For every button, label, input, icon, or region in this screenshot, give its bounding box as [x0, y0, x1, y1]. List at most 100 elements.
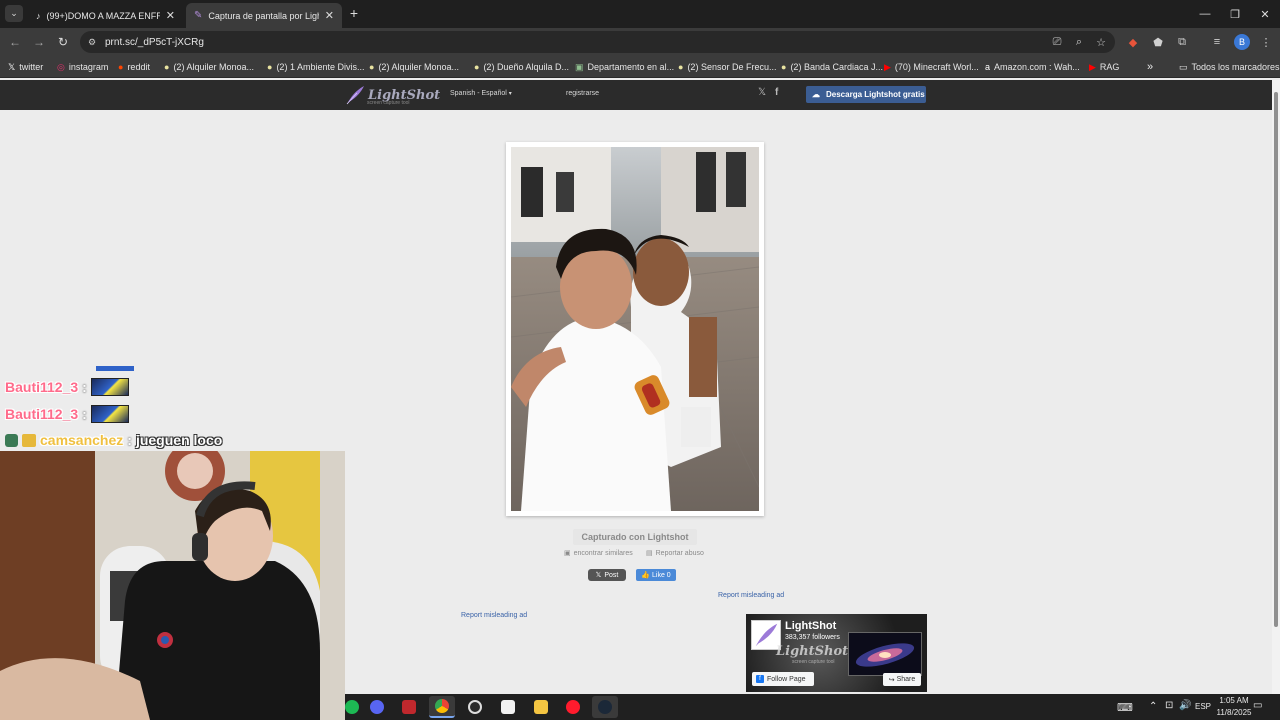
- reading-list-icon[interactable]: ≡: [1209, 34, 1225, 50]
- twitter-icon[interactable]: 𝕏: [758, 87, 766, 98]
- close-tab-icon[interactable]: ✕: [325, 9, 334, 22]
- thumbs-up-icon: 👍: [641, 572, 651, 579]
- bookmark-label: RAG: [1099, 62, 1120, 72]
- bookmark-item[interactable]: 𝕏twitter: [8, 59, 43, 75]
- galaxy-video-thumbnail[interactable]: [848, 632, 922, 676]
- forward-icon[interactable]: →: [31, 34, 47, 50]
- epic-games-icon[interactable]: [495, 696, 521, 718]
- file-explorer-icon[interactable]: [528, 696, 554, 718]
- report-misleading-ad-link[interactable]: Report misleading ad: [718, 592, 784, 599]
- bookmark-item[interactable]: ▶ RAG: [1089, 59, 1119, 75]
- new-tab-button[interactable]: +: [346, 4, 362, 22]
- notifications-icon[interactable]: ▭: [1253, 700, 1262, 711]
- marketplace-icon: ●: [164, 62, 170, 72]
- find-similar-link[interactable]: ▣ encontrar similares: [564, 549, 633, 558]
- tab-stream[interactable]: ♪ (99+)DOMO A MAZZA ENFREN ✕: [28, 3, 183, 28]
- tray-chevron-icon[interactable]: ⌃: [1149, 701, 1157, 712]
- extensions-puzzle-icon[interactable]: ⧉: [1174, 34, 1190, 50]
- bookmark-star-icon[interactable]: ☆: [1093, 34, 1109, 50]
- bookmark-label: (70) Minecraft Worl...: [894, 62, 979, 72]
- bookmark-item[interactable]: ● (2) Dueño Alquila D...: [474, 59, 569, 75]
- facebook-like-button[interactable]: 👍 Like 0: [636, 569, 676, 581]
- share-label: Share: [896, 676, 916, 683]
- follow-page-button[interactable]: f Follow Page: [752, 672, 814, 686]
- marketplace-icon: ●: [474, 62, 480, 72]
- close-window-icon[interactable]: ✕: [1250, 0, 1280, 28]
- facebook-page-widget[interactable]: LightShot 383,357 followers LightShot sc…: [746, 614, 927, 692]
- all-bookmarks-button[interactable]: ▭ Todos los marcadores: [1179, 59, 1280, 75]
- facebook-page-name[interactable]: LightShot: [785, 620, 836, 632]
- scrollbar-thumb[interactable]: [1274, 92, 1278, 627]
- site-info-icon[interactable]: ⚙: [88, 37, 96, 48]
- download-lightshot-button[interactable]: ☁ Descarga Lightshot gratis: [806, 86, 926, 103]
- chrome-icon[interactable]: [429, 696, 455, 718]
- report-abuse-link[interactable]: ▤ Reportar abuso: [646, 549, 704, 558]
- captured-with-lightshot-label: Capturado con Lightshot: [573, 529, 697, 545]
- bookmark-item[interactable]: a Amazon.com : Wah...: [985, 59, 1080, 75]
- marketplace-icon: ●: [678, 62, 684, 72]
- obs-icon[interactable]: [462, 696, 488, 718]
- bookmark-item[interactable]: ● (2) Alquiler Monoa...: [369, 59, 459, 75]
- lightshot-logo[interactable]: LightShot screen capture tool: [345, 84, 440, 106]
- close-tab-icon[interactable]: ✕: [166, 9, 175, 22]
- page-scrollbar[interactable]: [1272, 80, 1280, 694]
- extension-red-icon[interactable]: ◆: [1125, 34, 1141, 50]
- bookmark-item[interactable]: ● (2) Sensor De Frecu...: [678, 59, 776, 75]
- extension-icon[interactable]: ⬟: [1150, 34, 1166, 50]
- install-app-icon[interactable]: ⎚: [1049, 34, 1065, 50]
- tiktok-icon: ♪: [36, 10, 41, 21]
- restore-icon[interactable]: ❐: [1220, 0, 1250, 28]
- profile-avatar[interactable]: B: [1234, 34, 1250, 50]
- chat-separator: :: [127, 432, 132, 448]
- opera-icon[interactable]: [560, 696, 586, 718]
- volume-icon[interactable]: 🔊: [1179, 700, 1191, 711]
- address-toolbar: ← → ↻ ⚙ prnt.sc/_dP5cT-jXCRg ⎚ ⌕ ☆ ◆ ⬟ ⧉…: [0, 28, 1280, 56]
- widget-logo-tagline: screen capture tool: [792, 659, 835, 665]
- language-label: Spanish - Español: [450, 90, 507, 97]
- bookmarks-overflow-icon[interactable]: »: [1147, 59, 1153, 75]
- tab-search-button[interactable]: ⌄: [5, 5, 23, 22]
- chat-text: jueguen loco: [135, 432, 223, 448]
- address-bar[interactable]: ⚙ prnt.sc/_dP5cT-jXCRg: [80, 31, 1115, 53]
- screenshot-image[interactable]: [511, 147, 759, 511]
- steam-icon[interactable]: [592, 696, 618, 718]
- report-misleading-ad-link[interactable]: Report misleading ad: [461, 612, 527, 619]
- stream-app-icon[interactable]: [396, 696, 422, 718]
- spotify-icon[interactable]: [339, 696, 365, 718]
- bookmark-item[interactable]: ◎ instagram: [57, 59, 108, 75]
- back-icon[interactable]: ←: [7, 34, 23, 50]
- bookmark-item[interactable]: ● (2) 1 Ambiente Divis...: [267, 59, 364, 75]
- bookmark-item[interactable]: ▶ (70) Minecraft Worl...: [884, 59, 979, 75]
- reload-icon[interactable]: ↻: [55, 34, 71, 50]
- clock-time[interactable]: 1:05 AM: [1209, 696, 1259, 705]
- download-cloud-icon: ☁: [812, 90, 820, 99]
- network-icon[interactable]: ⊡: [1165, 700, 1173, 711]
- tab-lightshot[interactable]: ✎ Captura de pantalla por Lightsh ✕: [186, 3, 342, 28]
- bookmark-item[interactable]: ● (2) Banda Cardiaca J...: [781, 59, 883, 75]
- facebook-icon[interactable]: f: [775, 87, 778, 98]
- minimize-icon[interactable]: —: [1190, 0, 1220, 28]
- x-icon: 𝕏: [595, 572, 602, 579]
- bookmark-label: (2) Alquiler Monoa...: [378, 62, 459, 72]
- chat-badge-icon: [22, 433, 36, 447]
- zoom-icon[interactable]: ⌕: [1071, 34, 1087, 50]
- youtube-icon: ▶: [884, 61, 891, 72]
- follow-page-label: Follow Page: [767, 675, 806, 683]
- bookmark-item[interactable]: ▣ Departamento en al...: [575, 59, 674, 75]
- x-post-button[interactable]: 𝕏 Post: [588, 569, 626, 581]
- amazon-icon: a: [985, 62, 991, 72]
- tab-title: (99+)DOMO A MAZZA ENFREN: [46, 10, 160, 21]
- find-similar-label: encontrar similares: [573, 549, 633, 557]
- language-selector[interactable]: Spanish - Español ▾: [450, 90, 512, 97]
- menu-icon[interactable]: ⋮: [1258, 34, 1274, 50]
- bookmark-item[interactable]: ● (2) Alquiler Monoa...: [164, 59, 254, 75]
- bookmark-item[interactable]: ● reddit: [118, 59, 150, 75]
- chat-username: Bauti112_3: [5, 406, 79, 422]
- register-link[interactable]: registrarse: [566, 90, 599, 97]
- report-abuse-label: Reportar abuso: [655, 549, 704, 557]
- share-button[interactable]: ↪ Share: [883, 673, 921, 686]
- discord-icon[interactable]: [364, 696, 390, 718]
- keyboard-icon[interactable]: ⌨: [1117, 701, 1133, 714]
- lightshot-feather-icon: ✎: [194, 10, 203, 21]
- chat-message: Bauti112_3 :: [5, 405, 129, 423]
